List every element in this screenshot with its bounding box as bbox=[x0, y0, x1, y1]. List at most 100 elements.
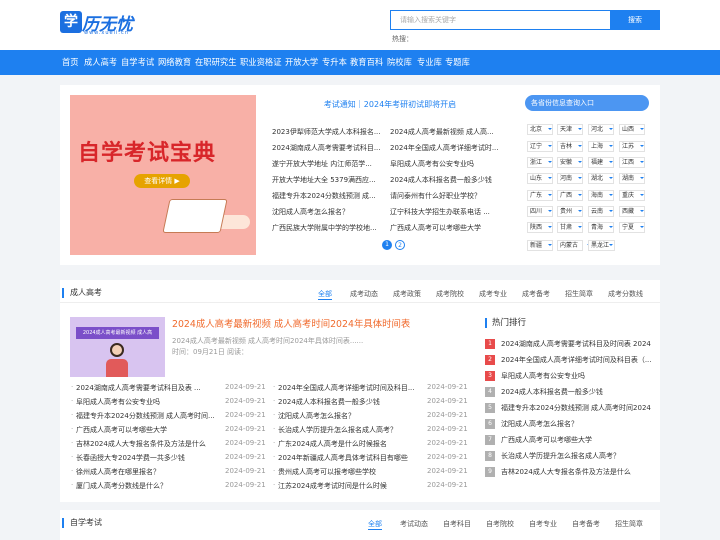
article-link[interactable]: 长治成人学历提升怎么报名成人高考？ bbox=[278, 425, 418, 435]
article-link[interactable]: 徐州成人高考在哪里报名？ bbox=[76, 467, 216, 477]
nav-item[interactable]: 网络教育 bbox=[158, 50, 191, 75]
rank-link[interactable]: 沈阳成人高考怎么报名？ bbox=[501, 419, 651, 429]
rank-link[interactable]: 吉林2024成人大专报名条件及方法是什么 bbox=[501, 467, 651, 477]
news-link[interactable]: 福建专升本2024分数线预测 成... bbox=[272, 191, 387, 201]
chevron-down-icon bbox=[548, 161, 552, 163]
article-link[interactable]: 广东2024成人高考是什么时候报名 bbox=[278, 439, 418, 449]
search-input[interactable]: 请输入搜索关键字 bbox=[390, 10, 610, 30]
promo-banner[interactable]: 自学考试宝典 查看详情 ▶ bbox=[70, 95, 256, 255]
logo-url: www.xueli.cn bbox=[84, 30, 129, 36]
chevron-down-icon bbox=[609, 128, 613, 130]
article-link[interactable]: 厦门成人高考分数线是什么？ bbox=[76, 481, 216, 491]
nav-item[interactable]: 专题库 bbox=[445, 50, 470, 75]
chevron-down-icon bbox=[609, 145, 613, 147]
chevron-down-icon bbox=[609, 161, 613, 163]
article-date: 2024-09-21 bbox=[225, 397, 266, 405]
tab[interactable]: 自考备考 bbox=[572, 519, 600, 529]
rank-number: 8 bbox=[485, 451, 495, 461]
news-link[interactable]: 开放大学地址大全 5379满西应... bbox=[272, 175, 387, 185]
article-link[interactable]: 广西成人高考可以考哪些大学 bbox=[76, 425, 216, 435]
article-link[interactable]: 阜阳成人高考有公安专业吗 bbox=[76, 397, 216, 407]
news-link[interactable]: 2024成人本科报名费一般多少钱 bbox=[390, 175, 505, 185]
news-link[interactable]: 请问泰州有什么好职业学校？ bbox=[390, 191, 505, 201]
news-link[interactable]: 2024年全国成人高考详细考试时... bbox=[390, 143, 505, 153]
banner-details-button[interactable]: 查看详情 ▶ bbox=[134, 174, 190, 188]
article-link[interactable]: 2024年新疆成人高考具体考试科目有哪些 bbox=[278, 453, 418, 463]
news-link[interactable]: 阜阳成人高考有公安专业吗 bbox=[390, 159, 505, 169]
tab[interactable]: 成考政策 bbox=[393, 289, 421, 299]
nav-item[interactable]: 成人高考 bbox=[84, 50, 117, 75]
chevron-down-icon bbox=[578, 194, 582, 196]
news-link[interactable]: 广西成人高考可以考哪些大学 bbox=[390, 223, 505, 233]
featured-title[interactable]: 2024成人高考最新视频 成人高考时间2024年具体时间表 bbox=[172, 316, 410, 330]
rank-link[interactable]: 2024年全国成人高考详细考试时间及科目表（... bbox=[501, 355, 651, 365]
article-date: 2024-09-21 bbox=[427, 453, 468, 461]
tab[interactable]: 成考院校 bbox=[436, 289, 464, 299]
nav-item[interactable]: 专升本 bbox=[322, 50, 347, 75]
notice-headline[interactable]: 考试通知｜2024年考研初试即将开启 bbox=[270, 99, 510, 110]
nav-item[interactable]: 专业库 bbox=[417, 50, 442, 75]
nav-item[interactable]: 开放大学 bbox=[285, 50, 318, 75]
chevron-down-icon bbox=[548, 244, 552, 246]
site-logo[interactable]: 学 历无忧 www.xueli.cn bbox=[60, 10, 140, 38]
rank-link[interactable]: 福建专升本2024分数线预测 成人高考时间2024... bbox=[501, 403, 651, 413]
article-link[interactable]: 2024成人本科报名费一般多少钱 bbox=[278, 397, 418, 407]
nav-item[interactable]: 职业资格证 bbox=[240, 50, 282, 75]
rank-link[interactable]: 广西成人高考可以考哪些大学 bbox=[501, 435, 651, 445]
news-link[interactable]: 辽宁科技大学招生办联系电话 ... bbox=[390, 207, 505, 217]
article-link[interactable]: 长春函授大专2024学费一共多少钱 bbox=[76, 453, 216, 463]
chevron-down-icon bbox=[548, 226, 552, 228]
article-link[interactable]: 2024年全国成人高考详细考试时间及科目... bbox=[278, 383, 418, 393]
chevron-down-icon bbox=[640, 194, 644, 196]
news-link[interactable]: 遂宁开放大学地址 内江师范学... bbox=[272, 159, 387, 169]
article-link[interactable]: 2024湖南成人高考需要考试科目及表 ... bbox=[76, 383, 216, 393]
page-dot-2[interactable]: 2 bbox=[395, 240, 405, 250]
article-date: 2024-09-21 bbox=[427, 439, 468, 447]
tab[interactable]: 成考专业 bbox=[479, 289, 507, 299]
tab[interactable]: 成考备考 bbox=[522, 289, 550, 299]
tab[interactable]: 自考专业 bbox=[529, 519, 557, 529]
tab-all[interactable]: 全部 bbox=[318, 289, 332, 300]
tab[interactable]: 成考动态 bbox=[350, 289, 378, 299]
article-link[interactable]: 吉林2024成人大专报名条件及方法是什么 bbox=[76, 439, 216, 449]
page-dot-1[interactable]: 1 bbox=[382, 240, 392, 250]
tab[interactable]: 自考科目 bbox=[443, 519, 471, 529]
chevron-down-icon bbox=[548, 145, 552, 147]
article-link[interactable]: 沈阳成人高考怎么报名？ bbox=[278, 411, 418, 421]
search-button[interactable]: 搜索 bbox=[610, 10, 660, 30]
rank-link[interactable]: 2024成人本科报名费一般多少钱 bbox=[501, 387, 651, 397]
tab[interactable]: 招生简章 bbox=[615, 519, 643, 529]
province-link[interactable]: 内蒙古 bbox=[557, 240, 583, 251]
article-link[interactable]: 江苏2024成考考试时间是什么时候 bbox=[278, 481, 418, 491]
hot-rank-title: 热门排行 bbox=[485, 318, 526, 328]
rank-link[interactable]: 2024湖南成人高考需要考试科目及时间表 2024... bbox=[501, 339, 651, 349]
news-link[interactable]: 2024成人高考最新视频 成人高... bbox=[390, 127, 505, 137]
nav-item[interactable]: 在职研究生 bbox=[195, 50, 237, 75]
tab[interactable]: 考试动态 bbox=[400, 519, 428, 529]
article-date: 2024-09-21 bbox=[427, 467, 468, 475]
nav-item[interactable]: 自学考试 bbox=[121, 50, 154, 75]
rank-link[interactable]: 阜阳成人高考有公安专业吗 bbox=[501, 371, 651, 381]
chevron-down-icon bbox=[609, 244, 613, 246]
article-date: 2024-09-21 bbox=[225, 383, 266, 391]
article-date: 2024-09-21 bbox=[225, 411, 266, 419]
featured-thumbnail[interactable]: 2024成人高考最新视频 成人高 bbox=[70, 317, 165, 377]
article-link[interactable]: 福建专升本2024分数线预测 成人高考时间... bbox=[76, 411, 216, 421]
news-link[interactable]: 沈阳成人高考怎么报名？ bbox=[272, 207, 387, 217]
tab-all[interactable]: 全部 bbox=[368, 519, 382, 530]
nav-item[interactable]: 院校库 bbox=[387, 50, 412, 75]
rank-link[interactable]: 长治成人学历提升怎么报名成人高考？ bbox=[501, 451, 651, 461]
news-link[interactable]: 广西民族大学附属中学的学校地... bbox=[272, 223, 387, 233]
news-link[interactable]: 2023伊犁师范大学成人本科报名... bbox=[272, 127, 387, 137]
nav-item[interactable]: 首页 bbox=[62, 50, 79, 75]
news-link[interactable]: 2024湖南成人高考需要考试科目... bbox=[272, 143, 387, 153]
chevron-down-icon bbox=[578, 210, 582, 212]
tab[interactable]: 招生简章 bbox=[565, 289, 593, 299]
tab[interactable]: 成考分数线 bbox=[608, 289, 643, 299]
bullet-icon: · bbox=[273, 397, 276, 405]
bullet-icon: · bbox=[71, 383, 74, 391]
tab[interactable]: 自考院校 bbox=[486, 519, 514, 529]
nav-item[interactable]: 教育百科 bbox=[350, 50, 383, 75]
chevron-down-icon bbox=[548, 177, 552, 179]
article-link[interactable]: 贵州成人高考可以报考哪些学校 bbox=[278, 467, 418, 477]
